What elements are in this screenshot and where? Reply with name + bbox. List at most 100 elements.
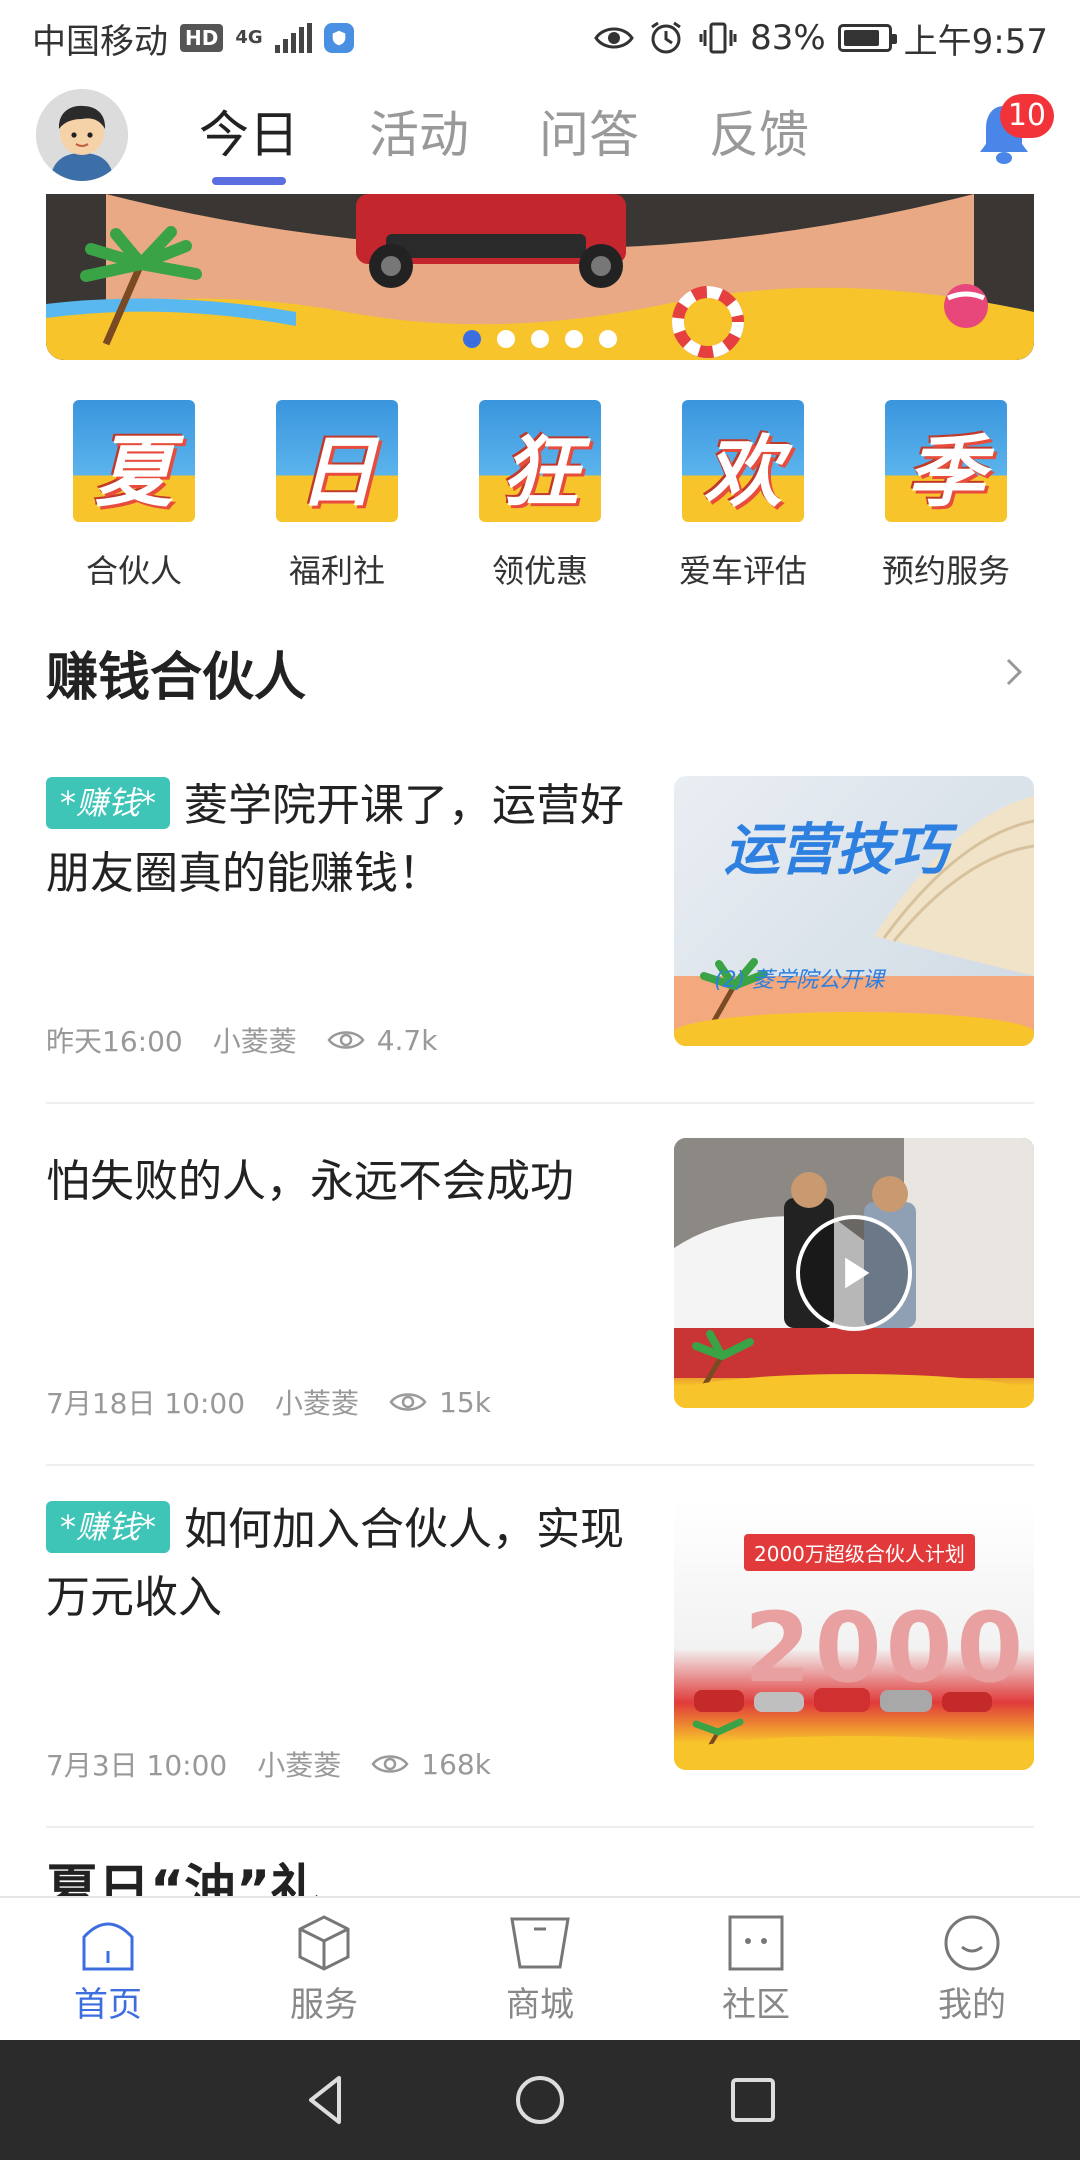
grid-item-car-valuation[interactable]: 欢 爱车评估 [645, 400, 841, 592]
article-tag: *赚钱* [46, 777, 171, 829]
play-button[interactable] [796, 1215, 912, 1331]
article-tag: *赚钱* [46, 1501, 171, 1553]
avatar-face-icon [36, 89, 128, 181]
home-circle-icon[interactable] [512, 2072, 568, 2128]
carousel-indicator [46, 330, 1034, 348]
bottom-tab-label: 社区 [722, 1984, 790, 2025]
vibrate-icon [699, 22, 737, 54]
article-date: 7月3日 10:00 [46, 1749, 228, 1782]
carrier-name: 中国移动 [32, 21, 168, 62]
carousel-dot[interactable] [497, 330, 515, 348]
grid-item-label: 爱车评估 [678, 552, 807, 590]
eye-icon [371, 1755, 409, 1773]
sand-decoration [674, 1374, 1034, 1408]
section-header[interactable]: 赚钱合伙人 [46, 632, 1034, 712]
bottom-tab-me[interactable]: 我的 [864, 1898, 1080, 2040]
carousel-dot[interactable] [531, 330, 549, 348]
grid-item-welfare[interactable]: 日 福利社 [239, 400, 435, 592]
article-date: 7月18日 10:00 [46, 1387, 246, 1420]
next-section-header: 夏日“油”礼 [46, 1860, 1034, 1896]
article-author: 小菱菱 [257, 1749, 342, 1782]
bottom-tab-label: 商城 [506, 1984, 574, 2025]
quick-access-grid: 夏 合伙人 日 福利社 狂 领优惠 欢 爱车评估 季 预约服务 [36, 400, 1044, 592]
sand-decoration [674, 1012, 1034, 1046]
tab-qa[interactable]: 问答 [504, 85, 674, 185]
article-meta: 7月18日 10:00 小菱菱 15k [46, 1382, 491, 1422]
eye-icon [327, 1031, 365, 1049]
article-views: 15k [389, 1386, 491, 1419]
car-lineup-illustration [692, 1688, 992, 1758]
clock: 上午9:57 [903, 21, 1048, 62]
alarm-icon [651, 21, 681, 54]
bottom-tab-label: 服务 [290, 1984, 358, 2025]
bottom-tab-mall[interactable]: 商城 [432, 1898, 648, 2040]
top-tabs: 今日 活动 问答 反馈 [164, 85, 844, 185]
bottom-tab-home[interactable]: 首页 [0, 1898, 216, 2040]
sand-decoration [674, 1736, 1034, 1770]
system-nav-bar [0, 2040, 1080, 2160]
summer-tile-icon: 日 [276, 400, 398, 522]
recents-icon[interactable] [725, 2072, 781, 2128]
article-video-thumbnail[interactable] [674, 1138, 1034, 1408]
grid-item-label: 福利社 [288, 552, 385, 590]
status-bar-right: 83% 上午9:57 [594, 14, 1048, 63]
article-title[interactable]: *赚钱* 如何加入合伙人，实现万元收入 [46, 1496, 626, 1632]
banner-carousel[interactable] [46, 194, 1034, 360]
community-icon [728, 1915, 784, 1970]
home-icon [82, 1922, 134, 1970]
tab-activity[interactable]: 活动 [334, 85, 504, 185]
carousel-dot[interactable] [599, 330, 617, 348]
bottom-tab-community[interactable]: 社区 [648, 1898, 864, 2040]
summer-tile-icon: 夏 [73, 400, 195, 522]
article-text: 怕失败的人，永远不会成功 [46, 1148, 626, 1216]
article-card[interactable]: *赚钱* 菱学院开课了，运营好朋友圈真的能赚钱！ 昨天16:00 小菱菱 4.7k… [46, 742, 1034, 1104]
bottom-tab-label: 我的 [938, 1984, 1006, 2025]
carousel-dot[interactable] [463, 330, 481, 348]
tab-today[interactable]: 今日 [164, 85, 334, 185]
battery-icon [837, 24, 897, 52]
grid-item-booking[interactable]: 季 预约服务 [848, 400, 1044, 592]
article-views: 168k [371, 1748, 491, 1781]
bottom-tab-label: 首页 [74, 1984, 142, 2025]
status-bar-left: 中国移动 HD 4G [32, 14, 354, 63]
eye-icon [594, 27, 634, 49]
cube-icon [298, 1914, 350, 1971]
grid-item-label: 合伙人 [85, 552, 182, 590]
avatar[interactable] [36, 89, 128, 181]
article-thumbnail[interactable]: 运营技巧 (2) 菱学院公开课 [674, 776, 1034, 1046]
next-section-title: 夏日“油”礼 [46, 1860, 323, 1896]
network-type: 4G [235, 27, 263, 48]
grid-item-partner[interactable]: 夏 合伙人 [36, 400, 232, 592]
section-title: 赚钱合伙人 [46, 647, 307, 708]
top-nav: 今日 活动 问答 反馈 10 [0, 76, 1080, 194]
carousel-dot[interactable] [565, 330, 583, 348]
article-title[interactable]: 怕失败的人，永远不会成功 [46, 1148, 626, 1216]
article-text: *赚钱* 如何加入合伙人，实现万元收入 [46, 1496, 626, 1632]
tab-feedback[interactable]: 反馈 [674, 85, 844, 185]
status-bar: 中国移动 HD 4G 83% 上午9:57 [0, 0, 1080, 76]
hd-badge: HD [180, 24, 224, 52]
article-meta: 昨天16:00 小菱菱 4.7k [46, 1020, 437, 1060]
grid-item-coupons[interactable]: 狂 领优惠 [442, 400, 638, 592]
article-thumbnail[interactable]: 2000万超级合伙人计划 2000 [674, 1500, 1034, 1770]
article-views: 4.7k [327, 1024, 437, 1057]
shop-bag-icon [510, 1917, 570, 1968]
notification-button[interactable]: 10 [964, 90, 1054, 180]
article-text: *赚钱* 菱学院开课了，运营好朋友圈真的能赚钱！ [46, 772, 626, 908]
grid-item-label: 预约服务 [881, 552, 1010, 590]
summer-tile-icon: 狂 [479, 400, 601, 522]
summer-tile-icon: 季 [885, 400, 1007, 522]
summer-tile-icon: 欢 [682, 400, 804, 522]
article-date: 昨天16:00 [46, 1025, 183, 1058]
bottom-tab-bar: 首页 服务 商城 社区 我的 [0, 1896, 1080, 2040]
play-icon [845, 1257, 870, 1289]
signal-icon [274, 23, 312, 53]
article-card[interactable]: *赚钱* 如何加入合伙人，实现万元收入 7月3日 10:00 小菱菱 168k 2… [46, 1466, 1034, 1828]
smile-icon [944, 1915, 1000, 1970]
bottom-tab-service[interactable]: 服务 [216, 1898, 432, 2040]
article-title[interactable]: *赚钱* 菱学院开课了，运营好朋友圈真的能赚钱！ [46, 772, 626, 908]
article-card[interactable]: 怕失败的人，永远不会成功 7月18日 10:00 小菱菱 15k [46, 1104, 1034, 1466]
chevron-right-icon[interactable] [994, 652, 1034, 692]
back-icon[interactable] [299, 2072, 355, 2128]
thumbnail-caption: (2) 菱学院公开课 [714, 968, 885, 993]
